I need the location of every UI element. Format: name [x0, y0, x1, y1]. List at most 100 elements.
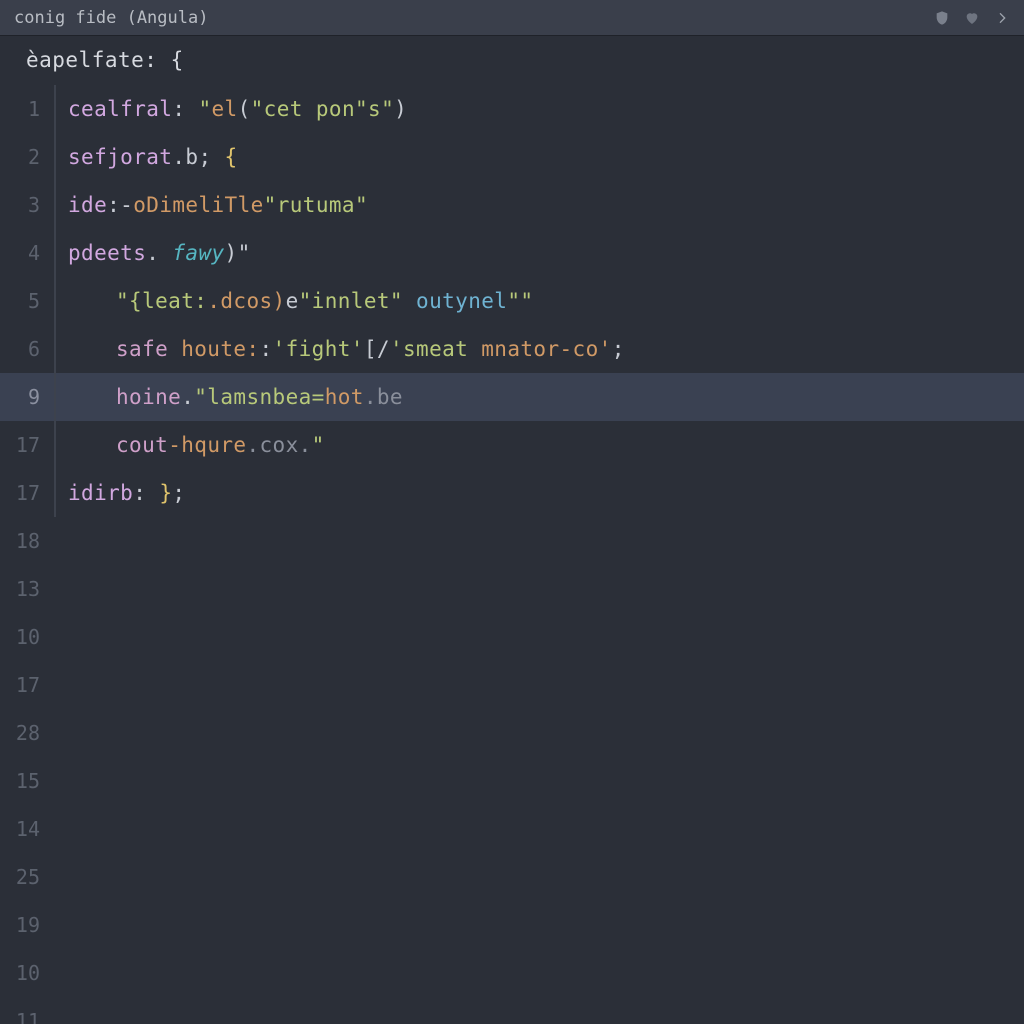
- code-line[interactable]: 17cout-hqure.cox.": [0, 421, 1024, 469]
- token: ): [394, 97, 407, 121]
- code-line[interactable]: 13: [0, 565, 1024, 613]
- token: .: [181, 385, 194, 409]
- line-number: 5: [0, 291, 54, 311]
- indent-guide: [54, 901, 56, 949]
- heart-icon[interactable]: [964, 10, 980, 26]
- code-line[interactable]: 1cealfral: "el("cet pon"s"): [0, 85, 1024, 133]
- token: )": [225, 241, 251, 265]
- token: e: [286, 289, 299, 313]
- line-number: 4: [0, 243, 54, 263]
- token: "{leat:: [116, 289, 207, 313]
- code-line[interactable]: 3ide:-oDimeliTle"rutuma": [0, 181, 1024, 229]
- indent-guide: [54, 997, 56, 1024]
- indent-guide: [54, 805, 56, 853]
- line-number: 3: [0, 195, 54, 215]
- line-number: 19: [0, 915, 54, 935]
- token: cealfral: [68, 97, 172, 121]
- token: ;: [172, 481, 185, 505]
- code-line[interactable]: 17: [0, 661, 1024, 709]
- code-line[interactable]: 25: [0, 853, 1024, 901]
- code-content: safe houte::'fight'[/'smeat mnator-co';: [56, 339, 625, 360]
- token: fawy: [172, 241, 224, 265]
- code-line[interactable]: 10: [0, 949, 1024, 997]
- token: ": [312, 433, 325, 457]
- token: "": [507, 289, 533, 313]
- line-number: 28: [0, 723, 54, 743]
- indent-guide: [54, 517, 56, 565]
- code-line[interactable]: 15: [0, 757, 1024, 805]
- token: "innlet": [299, 289, 403, 313]
- token: ;: [612, 337, 625, 361]
- token: .cox.: [246, 433, 311, 457]
- line-number: 1: [0, 99, 54, 119]
- code-line[interactable]: 10: [0, 613, 1024, 661]
- code-content: cealfral: "el("cet pon"s"): [56, 99, 407, 120]
- code-line[interactable]: 14: [0, 805, 1024, 853]
- token: .: [146, 241, 172, 265]
- line-number: 15: [0, 771, 54, 791]
- token: hot: [325, 385, 364, 409]
- token: safe: [116, 337, 181, 361]
- token: mnator-co': [481, 337, 611, 361]
- token: :: [172, 97, 198, 121]
- declaration-line: èapelfate: {: [0, 36, 1024, 85]
- token: ide: [68, 193, 107, 217]
- line-number: 2: [0, 147, 54, 167]
- token: oDimeliTle: [133, 193, 263, 217]
- code-line[interactable]: 18: [0, 517, 1024, 565]
- token: (: [238, 97, 251, 121]
- code-line[interactable]: 28: [0, 709, 1024, 757]
- token: "lamsnbea=: [194, 385, 324, 409]
- token: :: [133, 481, 159, 505]
- code-lines: 1cealfral: "el("cet pon"s") 2sefjorat.b; …: [0, 85, 1024, 1024]
- declaration-brace: {: [171, 48, 184, 72]
- title-bar-icons: [934, 10, 1010, 26]
- code-content: sefjorat.b; {: [56, 147, 238, 168]
- code-editor[interactable]: èapelfate: { 1cealfral: "el("cet pon"s")…: [0, 36, 1024, 1024]
- code-line[interactable]: 11: [0, 997, 1024, 1024]
- code-line[interactable]: 2sefjorat.b; {: [0, 133, 1024, 181]
- token: .be: [364, 385, 403, 409]
- indent-guide: [54, 709, 56, 757]
- line-number: 17: [0, 483, 54, 503]
- token: idirb: [68, 481, 133, 505]
- chevron-right-icon[interactable]: [994, 10, 1010, 26]
- code-line[interactable]: 9hoine."lamsnbea=hot.be: [0, 373, 1024, 421]
- token: }: [159, 481, 172, 505]
- token: houte:: [181, 337, 259, 361]
- line-number: 25: [0, 867, 54, 887]
- token: "cet pon"s": [251, 97, 394, 121]
- shield-icon[interactable]: [934, 10, 950, 26]
- token: :-: [107, 193, 133, 217]
- code-line[interactable]: 4 pdeets. fawy)": [0, 229, 1024, 277]
- token: "rutuma": [264, 193, 368, 217]
- token: cout: [116, 433, 168, 457]
- declaration-colon: :: [144, 48, 170, 72]
- line-number: 17: [0, 675, 54, 695]
- file-title: conig fide (Angula): [14, 8, 208, 28]
- line-number: 18: [0, 531, 54, 551]
- line-number: 13: [0, 579, 54, 599]
- indent-guide: [54, 613, 56, 661]
- line-number: 10: [0, 627, 54, 647]
- line-number: 9: [0, 387, 54, 407]
- code-content: cout-hqure.cox.": [56, 435, 325, 456]
- indent-guide: [54, 757, 56, 805]
- token: sefjorat: [68, 145, 172, 169]
- token: 'fight': [273, 337, 364, 361]
- code-line[interactable]: 6safe houte::'fight'[/'smeat mnator-co';: [0, 325, 1024, 373]
- token: 'smeat: [390, 337, 481, 361]
- token: pdeets: [68, 241, 146, 265]
- indent-guide: [54, 661, 56, 709]
- token: {: [225, 145, 238, 169]
- code-line[interactable]: 17 idirb: };: [0, 469, 1024, 517]
- code-content: ide:-oDimeliTle"rutuma": [56, 195, 368, 216]
- code-line[interactable]: 19: [0, 901, 1024, 949]
- code-line[interactable]: 5"{leat:.dcos)e"innlet" outynel"": [0, 277, 1024, 325]
- token: .b;: [172, 145, 224, 169]
- declaration-keyword: èapelfate: [26, 48, 144, 72]
- line-number: 6: [0, 339, 54, 359]
- indent-guide: [54, 949, 56, 997]
- token: :: [259, 337, 272, 361]
- line-number: 17: [0, 435, 54, 455]
